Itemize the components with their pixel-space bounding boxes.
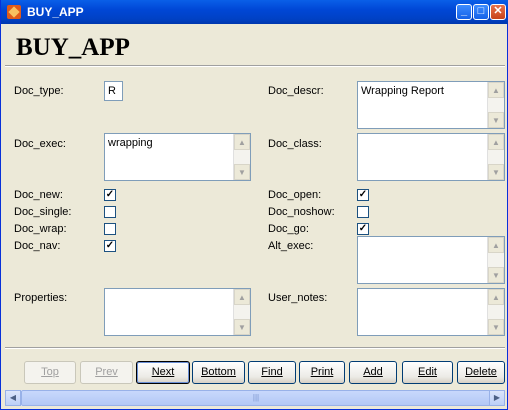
scroll-up-icon[interactable]: ▲ bbox=[488, 82, 504, 98]
scroll-down-icon[interactable]: ▼ bbox=[488, 112, 504, 128]
doc-new-label: Doc_new: bbox=[14, 189, 63, 201]
next-button[interactable]: Next bbox=[136, 361, 190, 384]
doc-exec-scrollbar[interactable]: ▲ ▼ bbox=[233, 134, 250, 180]
doc-descr-text: Wrapping Report bbox=[361, 85, 444, 97]
scroll-down-icon[interactable]: ▼ bbox=[234, 164, 250, 180]
footer-divider bbox=[5, 347, 505, 349]
scroll-up-icon[interactable]: ▲ bbox=[234, 289, 250, 305]
doc-open-label: Doc_open: bbox=[268, 189, 322, 201]
scroll-down-icon[interactable]: ▼ bbox=[234, 319, 250, 335]
prev-button[interactable]: Prev bbox=[80, 361, 133, 384]
find-button[interactable]: Find bbox=[248, 361, 296, 384]
scroll-up-icon[interactable]: ▲ bbox=[488, 237, 504, 253]
doc-go-label: Doc_go: bbox=[268, 223, 309, 235]
scroll-right-icon[interactable]: ▶ bbox=[489, 390, 505, 406]
alt-exec-field[interactable]: ▲ ▼ bbox=[357, 236, 505, 284]
add-button[interactable]: Add bbox=[349, 361, 397, 384]
scroll-up-icon[interactable]: ▲ bbox=[488, 289, 504, 305]
bottom-button[interactable]: Bottom bbox=[192, 361, 245, 384]
doc-type-label: Doc_type: bbox=[14, 85, 64, 97]
doc-descr-label: Doc_descr: bbox=[268, 85, 324, 97]
doc-exec-field[interactable]: wrapping ▲ ▼ bbox=[104, 133, 251, 181]
doc-descr-scrollbar[interactable]: ▲ ▼ bbox=[487, 82, 504, 128]
minimize-button[interactable]: _ bbox=[456, 4, 472, 20]
doc-noshow-checkbox[interactable] bbox=[357, 206, 369, 218]
scroll-up-icon[interactable]: ▲ bbox=[234, 134, 250, 150]
scroll-down-icon[interactable]: ▼ bbox=[488, 164, 504, 180]
edit-button[interactable]: Edit bbox=[402, 361, 453, 384]
doc-single-label: Doc_single: bbox=[14, 206, 72, 218]
doc-exec-text: wrapping bbox=[108, 137, 153, 149]
doc-open-checkbox[interactable]: ✓ bbox=[357, 189, 369, 201]
scroll-down-icon[interactable]: ▼ bbox=[488, 267, 504, 283]
doc-class-scrollbar[interactable]: ▲ ▼ bbox=[487, 134, 504, 180]
doc-nav-checkbox[interactable]: ✓ bbox=[104, 240, 116, 252]
doc-type-field[interactable]: R bbox=[104, 81, 123, 101]
alt-exec-label: Alt_exec: bbox=[268, 240, 314, 252]
window-title: BUY_APP bbox=[27, 5, 84, 19]
top-button[interactable]: Top bbox=[24, 361, 76, 384]
doc-descr-field[interactable]: Wrapping Report ▲ ▼ bbox=[357, 81, 505, 129]
scroll-up-icon[interactable]: ▲ bbox=[488, 134, 504, 150]
delete-button[interactable]: Delete bbox=[457, 361, 505, 384]
horizontal-scrollbar[interactable]: ◀ ||| ▶ bbox=[5, 390, 505, 406]
user-notes-field[interactable]: ▲ ▼ bbox=[357, 288, 505, 336]
title-bar[interactable]: BUY_APP _ □ ✕ bbox=[1, 0, 508, 24]
properties-label: Properties: bbox=[14, 292, 68, 304]
doc-noshow-label: Doc_noshow: bbox=[268, 206, 335, 218]
doc-wrap-checkbox[interactable] bbox=[104, 223, 116, 235]
maximize-button[interactable]: □ bbox=[473, 4, 489, 20]
doc-wrap-label: Doc_wrap: bbox=[14, 223, 67, 235]
doc-exec-label: Doc_exec: bbox=[14, 138, 66, 150]
print-button[interactable]: Print bbox=[299, 361, 345, 384]
doc-new-checkbox[interactable]: ✓ bbox=[104, 189, 116, 201]
app-window: BUY_APP _ □ ✕ BUY_APP Doc_type: R Doc_ex… bbox=[0, 0, 508, 410]
alt-exec-scrollbar[interactable]: ▲ ▼ bbox=[487, 237, 504, 283]
page-title: BUY_APP bbox=[16, 34, 130, 61]
doc-single-checkbox[interactable] bbox=[104, 206, 116, 218]
scroll-down-icon[interactable]: ▼ bbox=[488, 319, 504, 335]
properties-scrollbar[interactable]: ▲ ▼ bbox=[233, 289, 250, 335]
scroll-left-icon[interactable]: ◀ bbox=[5, 390, 21, 406]
header-divider bbox=[5, 65, 505, 67]
app-icon bbox=[7, 5, 21, 19]
doc-class-field[interactable]: ▲ ▼ bbox=[357, 133, 505, 181]
doc-go-checkbox[interactable]: ✓ bbox=[357, 223, 369, 235]
scrollbar-thumb[interactable]: ||| bbox=[21, 390, 491, 406]
close-button[interactable]: ✕ bbox=[490, 4, 506, 20]
properties-field[interactable]: ▲ ▼ bbox=[104, 288, 251, 336]
user-notes-scrollbar[interactable]: ▲ ▼ bbox=[487, 289, 504, 335]
doc-nav-label: Doc_nav: bbox=[14, 240, 61, 252]
doc-class-label: Doc_class: bbox=[268, 138, 322, 150]
user-notes-label: User_notes: bbox=[268, 292, 328, 304]
